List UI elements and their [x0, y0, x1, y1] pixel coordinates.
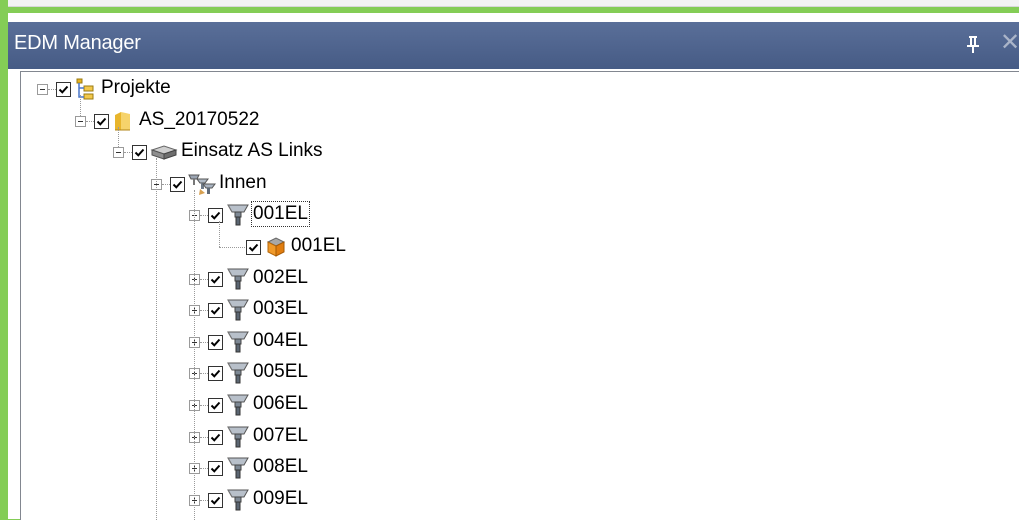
- tree-connector: [200, 499, 208, 501]
- electrode-icon: [226, 425, 250, 449]
- tree-guide-line: [219, 221, 220, 247]
- electrode-icon: [226, 267, 250, 291]
- checkbox[interactable]: [208, 208, 223, 224]
- tree-node-label[interactable]: 003EL: [253, 298, 308, 320]
- tree-guide-line: [80, 95, 81, 116]
- tree-panel[interactable]: Projekte AS_20170522 Einsatz AS Links Innen…: [20, 71, 1019, 520]
- project-tree: Projekte AS_20170522 Einsatz AS Links Innen…: [21, 72, 1019, 520]
- electrode-icon: [226, 361, 250, 385]
- title-bar: EDM Manager ✕: [8, 22, 1019, 69]
- checkbox[interactable]: [246, 240, 261, 255]
- tree-connector: [200, 468, 208, 470]
- tree-connector: [162, 183, 170, 185]
- checkbox[interactable]: [208, 303, 223, 319]
- checkbox[interactable]: [56, 82, 71, 97]
- top-strip: [0, 0, 1019, 13]
- tree-node-label[interactable]: 001EL: [291, 235, 346, 257]
- tree-node-label[interactable]: 006EL: [253, 393, 308, 415]
- tree-node-label[interactable]: Projekte: [101, 77, 171, 99]
- electrode-group-icon: [188, 172, 216, 196]
- edm-manager-window: EDM Manager ✕ Projekte AS_20170522 Einsatz…: [8, 13, 1019, 520]
- tree-node-label[interactable]: 009EL: [253, 488, 308, 510]
- electrode-icon: [226, 488, 250, 512]
- electrode-icon: [226, 393, 250, 417]
- electrode-icon: [226, 203, 250, 227]
- tree-node-label[interactable]: 008EL: [253, 456, 308, 478]
- checkbox[interactable]: [208, 398, 223, 413]
- tree-node-label[interactable]: Innen: [219, 172, 267, 194]
- tree-node-label[interactable]: AS_20170522: [139, 109, 259, 131]
- tree-node-label[interactable]: 004EL: [253, 330, 308, 352]
- checkbox[interactable]: [208, 461, 223, 477]
- tree-connector: [200, 373, 208, 375]
- tree-connector: [200, 310, 208, 312]
- tree-connector: [200, 341, 208, 343]
- tree-node-label[interactable]: 002EL: [253, 267, 308, 289]
- pin-icon[interactable]: [963, 33, 983, 55]
- checkbox[interactable]: [208, 334, 223, 350]
- electrode-part-icon: [264, 235, 288, 259]
- collapse-toggle[interactable]: [37, 84, 48, 95]
- close-icon[interactable]: ✕: [1000, 28, 1019, 56]
- electrode-icon: [226, 456, 250, 480]
- tree-node-label[interactable]: 005EL: [253, 361, 308, 383]
- checkbox[interactable]: [132, 145, 147, 161]
- tree-node-label[interactable]: 001EL: [251, 201, 310, 228]
- checkbox[interactable]: [208, 366, 223, 382]
- tree-connector: [48, 89, 56, 90]
- tree-connector: [86, 120, 94, 122]
- tree-connector: [124, 152, 132, 154]
- tree-guide-line: [156, 158, 157, 520]
- tree-connector: [200, 278, 208, 280]
- collapse-toggle[interactable]: [75, 115, 86, 127]
- tree-node-label[interactable]: Einsatz AS Links: [181, 140, 323, 162]
- collapse-toggle[interactable]: [113, 147, 124, 159]
- tree-guide-line: [118, 126, 119, 148]
- tree-node-label[interactable]: 007EL: [253, 425, 308, 447]
- tree-connector: [200, 215, 208, 217]
- tree-guide-line: [194, 189, 195, 520]
- checkbox[interactable]: [208, 271, 223, 287]
- checkbox[interactable]: [208, 429, 223, 445]
- insert-part-icon: [150, 140, 178, 164]
- checkbox[interactable]: [170, 176, 185, 192]
- checkbox[interactable]: [208, 492, 223, 508]
- tree-connector: [200, 405, 208, 406]
- electrode-icon: [226, 298, 250, 322]
- tree-connector: [219, 247, 245, 248]
- window-title: EDM Manager: [14, 32, 141, 54]
- checkbox[interactable]: [94, 113, 109, 129]
- tree-connector: [200, 436, 208, 438]
- folder-icon: [112, 109, 136, 133]
- project-tree-icon: [74, 77, 98, 101]
- electrode-icon: [226, 330, 250, 354]
